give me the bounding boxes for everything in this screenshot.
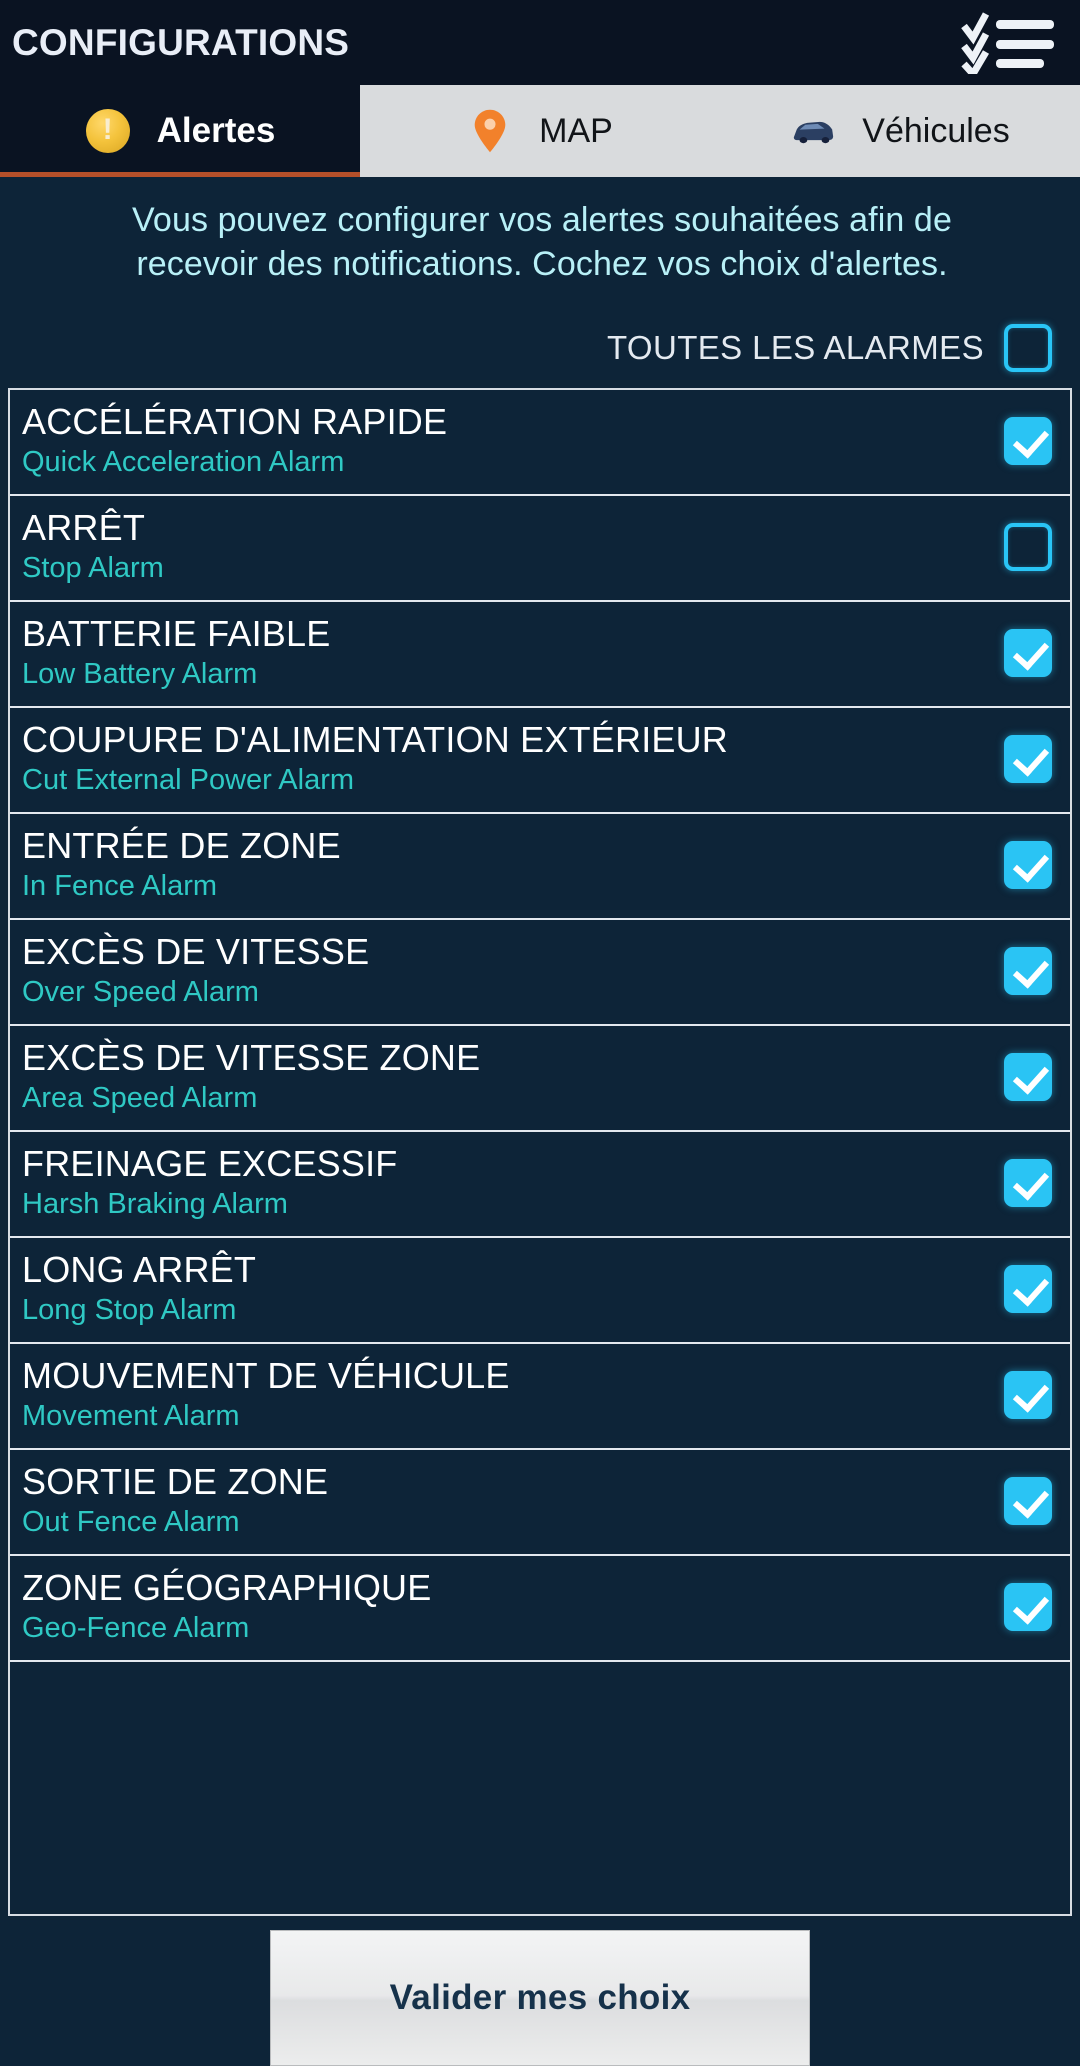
all-alarms-label: TOUTES LES ALARMES [606,329,984,367]
alarm-row[interactable]: MOUVEMENT DE VÉHICULE Movement Alarm [10,1344,1070,1451]
description-block: Vous pouvez configurer vos alertes souha… [0,177,1080,286]
list-empty-space [10,1662,1070,1914]
alarm-name-en: Out Fence Alarm [22,1506,240,1539]
alarm-name-en: Cut External Power Alarm [22,764,355,797]
description-line-1: Vous pouvez configurer vos alertes souha… [132,201,952,239]
alarm-texts: LONG ARRÊT Long Stop Alarm [22,1248,1004,1328]
alarm-texts: ENTRÉE DE ZONE In Fence Alarm [22,824,1004,904]
alarm-row[interactable]: FREINAGE EXCESSIF Harsh Braking Alarm [10,1132,1070,1239]
alarm-name-fr: ACCÉLÉRATION RAPIDE [22,400,448,442]
alarm-list: ACCÉLÉRATION RAPIDE Quick Acceleration Al… [8,388,1072,1916]
alarm-texts: EXCÈS DE VITESSE Over Speed Alarm [22,930,1004,1010]
alarm-name-en: Movement Alarm [22,1400,240,1433]
alarm-name-fr: BATTERIE FAIBLE [22,612,331,654]
alarm-row[interactable]: EXCÈS DE VITESSE ZONE Area Speed Alarm [10,1026,1070,1133]
alarm-row[interactable]: LONG ARRÊT Long Stop Alarm [10,1238,1070,1345]
alarm-name-fr: EXCÈS DE VITESSE [22,930,370,972]
alarm-name-en: Quick Acceleration Alarm [22,446,345,479]
all-alarms-checkbox[interactable] [1004,324,1052,373]
map-pin-icon [467,108,513,154]
alarm-name-en: Harsh Braking Alarm [22,1188,288,1221]
alarm-name-fr: ENTRÉE DE ZONE [22,824,341,866]
alarm-row[interactable]: ACCÉLÉRATION RAPIDE Quick Acceleration Al… [10,390,1070,497]
description-line-2: recevoir des notifications. Cochez vos c… [136,244,948,283]
alarm-checkbox[interactable] [1004,629,1052,678]
alarm-name-fr: COUPURE D'ALIMENTATION EXTÉRIEUR [22,718,729,760]
alarm-checkbox[interactable] [1004,1053,1052,1102]
tab-vehicules[interactable]: Véhicules [720,85,1080,177]
top-bar: CONFIGURATIONS [0,0,1080,85]
tab-bar: ! Alertes MAP Véhicules [0,85,1080,177]
alarm-texts: MOUVEMENT DE VÉHICULE Movement Alarm [22,1354,1004,1434]
alarm-checkbox[interactable] [1004,1583,1052,1632]
alarm-name-fr: FREINAGE EXCESSIF [22,1142,398,1184]
alarm-checkbox[interactable] [1004,1159,1052,1208]
alarm-row[interactable]: ENTRÉE DE ZONE In Fence Alarm [10,814,1070,921]
alarm-checkbox[interactable] [1004,1477,1052,1526]
alarm-name-en: Geo-Fence Alarm [22,1612,250,1645]
alarm-row[interactable]: BATTERIE FAIBLE Low Battery Alarm [10,602,1070,709]
car-icon [790,108,836,154]
alarm-name-fr: ARRÊT [22,506,146,548]
alarm-checkbox[interactable] [1004,417,1052,466]
alarm-texts: EXCÈS DE VITESSE ZONE Area Speed Alarm [22,1036,1004,1116]
alarm-name-en: Area Speed Alarm [22,1082,258,1115]
page-title: CONFIGURATIONS [12,21,350,63]
alarm-name-en: Over Speed Alarm [22,976,259,1009]
alarm-texts: ARRÊT Stop Alarm [22,506,1004,586]
alarm-row[interactable]: ZONE GÉOGRAPHIQUE Geo-Fence Alarm [10,1556,1070,1663]
tab-vehicules-label: Véhicules [862,111,1010,150]
alarm-name-fr: LONG ARRÊT [22,1248,257,1290]
alarm-checkbox[interactable] [1004,1265,1052,1314]
tab-map[interactable]: MAP [360,85,720,177]
tab-map-label: MAP [539,111,613,150]
alarm-texts: BATTERIE FAIBLE Low Battery Alarm [22,612,1004,692]
warning-circle-icon: ! [85,108,131,154]
alarm-row[interactable]: COUPURE D'ALIMENTATION EXTÉRIEUR Cut Exte… [10,708,1070,815]
alarm-checkbox[interactable] [1004,1371,1052,1420]
tab-alertes[interactable]: ! Alertes [0,85,360,177]
alarm-checkbox[interactable] [1004,841,1052,890]
alarm-texts: FREINAGE EXCESSIF Harsh Braking Alarm [22,1142,1004,1222]
alarm-name-en: Long Stop Alarm [22,1294,237,1327]
alarm-texts: COUPURE D'ALIMENTATION EXTÉRIEUR Cut Exte… [22,718,1004,798]
alarm-name-fr: EXCÈS DE VITESSE ZONE [22,1036,481,1078]
alarm-checkbox[interactable] [1004,523,1052,572]
footer: Valider mes choix [0,1916,1080,2066]
alarm-name-en: In Fence Alarm [22,870,218,903]
alarm-texts: SORTIE DE ZONE Out Fence Alarm [22,1460,1004,1540]
configurations-screen: CONFIGURATIONS ! Alertes MAP Véhicules V… [0,0,1080,2066]
alarm-row[interactable]: SORTIE DE ZONE Out Fence Alarm [10,1450,1070,1557]
tab-alertes-label: Alertes [156,111,276,150]
alarm-texts: ZONE GÉOGRAPHIQUE Geo-Fence Alarm [22,1566,1004,1646]
alarm-name-fr: MOUVEMENT DE VÉHICULE [22,1354,510,1396]
alarm-name-en: Stop Alarm [22,552,164,585]
checklist-menu-icon[interactable] [960,11,1058,80]
validate-button[interactable]: Valider mes choix [270,1930,810,2066]
alarm-name-fr: ZONE GÉOGRAPHIQUE [22,1566,432,1608]
alarm-checkbox[interactable] [1004,735,1052,784]
alarm-name-fr: SORTIE DE ZONE [22,1460,329,1502]
alarm-checkbox[interactable] [1004,947,1052,996]
alarm-texts: ACCÉLÉRATION RAPIDE Quick Acceleration Al… [22,400,1004,480]
alarm-row[interactable]: EXCÈS DE VITESSE Over Speed Alarm [10,920,1070,1027]
all-alarms-row[interactable]: TOUTES LES ALARMES [0,286,1080,388]
alarm-row[interactable]: ARRÊT Stop Alarm [10,496,1070,603]
alarm-name-en: Low Battery Alarm [22,658,258,691]
